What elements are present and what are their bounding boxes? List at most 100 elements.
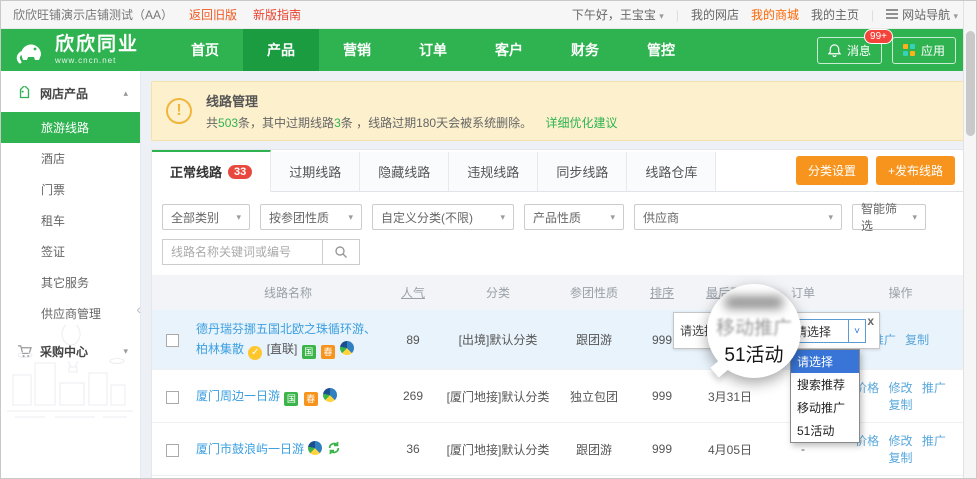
magnifier-lens: 移动推广 51活动 <box>707 284 801 378</box>
pie-badge-icon <box>323 388 337 402</box>
edit-link[interactable]: 修改 <box>888 381 912 395</box>
nav-item-marketing[interactable]: 营销 <box>319 29 395 71</box>
chevron-down-icon: ▾ <box>600 212 615 223</box>
header-popularity-sort[interactable]: 人气 <box>401 286 425 300</box>
my-shop-link[interactable]: 我的网店 <box>691 6 739 23</box>
header-category: 分类 <box>442 275 554 310</box>
sync-icon <box>327 441 341 455</box>
green-badge-icon: 国 <box>302 345 316 359</box>
filter-category-dropdown[interactable]: 全部类别▾ <box>162 204 250 230</box>
filter-group-type-dropdown[interactable]: 按参团性质▾ <box>260 204 362 230</box>
filter-area: 全部类别▾ 按参团性质▾ 自定义分类(不限)▾ 产品性质▾ 供应商▾ 智能筛选▾ <box>152 192 965 275</box>
publish-route-button[interactable]: +发布线路 <box>876 156 955 185</box>
scrollbar-thumb[interactable] <box>966 31 975 136</box>
search-button[interactable] <box>322 239 360 265</box>
promotion-position-options: 请选择 搜索推荐 移动推广 51活动 <box>790 349 860 443</box>
header-actions: 操作 <box>836 275 965 310</box>
lens-text-51-activity: 51活动 <box>724 340 783 367</box>
route-search-input[interactable] <box>162 239 322 265</box>
elephant-logo-icon <box>13 33 47 67</box>
pie-badge-icon <box>340 341 354 355</box>
brand-site: www.cncn.net <box>55 57 139 65</box>
option-search-recommend[interactable]: 搜索推荐 <box>791 373 859 396</box>
nav-item-orders[interactable]: 订单 <box>395 29 471 71</box>
app-grid-icon <box>903 44 915 56</box>
edit-link[interactable]: 修改 <box>888 434 912 448</box>
filter-supplier-dropdown[interactable]: 供应商▾ <box>634 204 842 230</box>
tab-violation-routes[interactable]: 违规线路 <box>449 152 538 191</box>
route-name-link[interactable]: 厦门市鼓浪屿一日游 <box>196 442 304 456</box>
expired-count: 3 <box>334 116 341 130</box>
chevron-down-icon: ▾ <box>490 212 505 223</box>
tab-bar: 正常线路 33 过期线路 隐藏线路 违规线路 同步线路 线路仓库 分类设置 +发… <box>152 150 965 192</box>
chevron-down-icon: ▾ <box>226 212 241 223</box>
tab-hidden-routes[interactable]: 隐藏线路 <box>360 152 449 191</box>
option-51-activity[interactable]: 51活动 <box>791 419 859 442</box>
sidebar-item-tickets[interactable]: 门票 <box>1 174 140 205</box>
copy-link[interactable]: 复制 <box>888 451 912 465</box>
top-utility-bar: 欣欣旺铺演示店铺测试（AA） 返回旧版 新版指南 下午好，王宝宝 ▾ | 我的网… <box>1 1 976 29</box>
group-type-value: 跟团游 <box>554 432 634 467</box>
sidebar-item-visa[interactable]: 签证 <box>1 236 140 267</box>
tab-expired-routes[interactable]: 过期线路 <box>271 152 360 191</box>
divider: | <box>871 8 874 22</box>
header-sort-order[interactable]: 排序 <box>650 286 674 300</box>
updated-value: 3月31日 <box>690 379 770 414</box>
copy-link[interactable]: 复制 <box>888 398 912 412</box>
category-value: [厦门地接]默认分类 <box>442 379 554 414</box>
route-name-link[interactable]: 厦门周边一日游 <box>196 389 280 403</box>
tab-route-warehouse[interactable]: 线路仓库 <box>627 152 716 191</box>
apps-button[interactable]: 应用 <box>892 37 956 64</box>
chevron-down-icon: ▾ <box>659 11 664 21</box>
site-nav-menu[interactable]: 网站导航 ▾ <box>886 6 958 23</box>
promote-link[interactable]: 推广 <box>922 381 946 395</box>
optimize-suggestion-link[interactable]: 详细优化建议 <box>545 116 617 130</box>
brand-logo[interactable]: 欣欣同业 www.cncn.net <box>1 29 153 71</box>
divider: | <box>676 8 679 22</box>
header-group-type: 参团性质 <box>554 275 634 310</box>
chevron-down-icon: ▾ <box>902 212 917 223</box>
nav-item-control[interactable]: 管控 <box>623 29 699 71</box>
messages-button[interactable]: 消息 99+ <box>817 37 882 64</box>
tab-sync-routes[interactable]: 同步线路 <box>538 152 627 191</box>
search-icon <box>334 245 348 259</box>
tag-icon <box>17 86 32 101</box>
option-please-select[interactable]: 请选择 <box>791 350 859 373</box>
nav-item-home[interactable]: 首页 <box>167 29 243 71</box>
sort-value: 999 <box>634 380 690 412</box>
sidebar-item-hotel[interactable]: 酒店 <box>1 143 140 174</box>
my-mall-link[interactable]: 我的商城 <box>751 6 799 23</box>
group-type-value: 独立包团 <box>554 379 634 414</box>
header-route-name: 线路名称 <box>192 275 384 310</box>
category-settings-button[interactable]: 分类设置 <box>796 156 868 185</box>
my-home-link[interactable]: 我的主页 <box>811 6 859 23</box>
hamburger-icon <box>886 9 898 19</box>
filter-product-nature-dropdown[interactable]: 产品性质▾ <box>524 204 624 230</box>
messages-badge: 99+ <box>864 29 893 44</box>
close-icon[interactable]: x <box>867 314 874 328</box>
select-arrow-icon: ˅ <box>848 320 865 342</box>
nav-item-finance[interactable]: 财务 <box>547 29 623 71</box>
nav-item-products[interactable]: 产品 <box>243 29 319 71</box>
tab-normal-routes[interactable]: 正常线路 33 <box>152 150 271 192</box>
filter-custom-category-dropdown[interactable]: 自定义分类(不限)▾ <box>372 204 514 230</box>
sidebar-group-shop-products[interactable]: 网店产品 ▴ <box>1 71 140 112</box>
user-greeting[interactable]: 下午好，王宝宝 ▾ <box>572 6 664 23</box>
pie-badge-icon <box>308 441 322 455</box>
option-mobile-promotion[interactable]: 移动推广 <box>791 396 859 419</box>
copy-link[interactable]: 复制 <box>905 333 929 347</box>
back-to-old-link[interactable]: 返回旧版 <box>189 6 237 23</box>
row-checkbox[interactable] <box>166 334 179 347</box>
sidebar-item-car-rental[interactable]: 租车 <box>1 205 140 236</box>
promote-link[interactable]: 推广 <box>922 434 946 448</box>
nav-item-customers[interactable]: 客户 <box>471 29 547 71</box>
sidebar-item-travel-routes[interactable]: 旅游线路 <box>1 112 140 143</box>
filter-smart-dropdown[interactable]: 智能筛选▾ <box>852 204 926 230</box>
direct-link-tag: [直联] <box>267 342 298 356</box>
sidebar-item-other-services[interactable]: 其它服务 <box>1 267 140 298</box>
new-guide-link[interactable]: 新版指南 <box>253 6 301 23</box>
main-nav: 欣欣同业 www.cncn.net 首页 产品 营销 订单 客户 财务 管控 消… <box>1 29 976 71</box>
row-checkbox[interactable] <box>166 391 179 404</box>
cityscape-illustration <box>5 325 135 425</box>
row-checkbox[interactable] <box>166 444 179 457</box>
